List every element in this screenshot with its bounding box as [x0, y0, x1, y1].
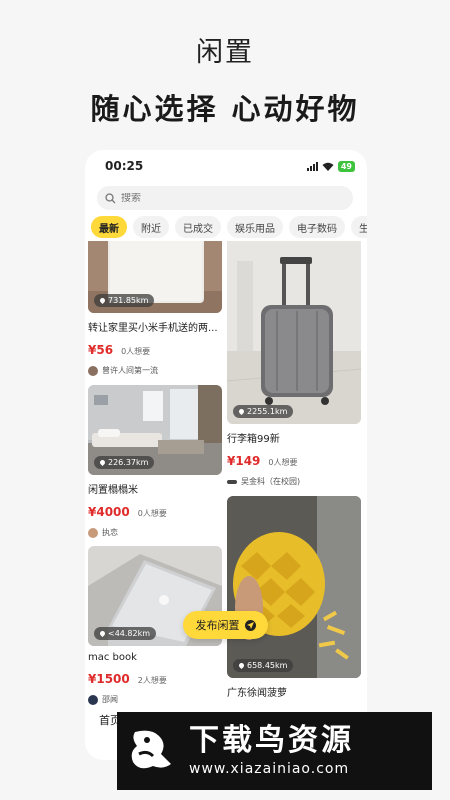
seller-info[interactable]: 邵闻 — [88, 694, 222, 705]
search-icon — [105, 192, 116, 203]
battery-icon: 49 — [337, 161, 355, 172]
distance-badge: 731.85km — [94, 294, 155, 307]
status-time: 00:25 — [105, 159, 144, 173]
pineapple-photo — [227, 496, 361, 678]
hero-title: 闲置 — [196, 37, 254, 68]
listing-price: ¥149 — [227, 454, 261, 468]
tab-nearby[interactable]: 附近 — [133, 216, 169, 238]
listing-image[interactable]: 731.85km — [88, 241, 222, 313]
publish-item-button[interactable]: 发布闲置 — [183, 611, 268, 639]
wifi-icon — [322, 162, 334, 171]
listing-card[interactable]: 658.45km 广东徐闻菠萝 — [227, 496, 361, 699]
location-pin-icon — [237, 661, 246, 670]
watermark-name: 下载鸟资源 — [189, 723, 354, 758]
listing-price: ¥1500 — [88, 672, 130, 686]
seller-info[interactable]: 吴金科（在校园) — [227, 476, 361, 487]
watermark-banner: 下载鸟资源 www.xiazainiao.com — [117, 712, 432, 790]
category-tabs: 最新 附近 已成交 娱乐用品 电子数码 生活 — [91, 216, 367, 238]
tab-sold[interactable]: 已成交 — [175, 216, 221, 238]
send-icon — [244, 619, 256, 631]
location-pin-icon — [98, 458, 107, 467]
listing-wants: 0人想要 — [268, 458, 298, 467]
avatar — [88, 694, 98, 705]
phone-screen: 00:25 49 最新 附近 已成交 娱乐用品 电子数码 生活 731.85km… — [85, 150, 367, 760]
status-icons: 49 — [306, 161, 355, 172]
listing-image[interactable]: 226.37km — [88, 385, 222, 475]
listing-wants: 0人想要 — [137, 509, 167, 518]
suitcase-photo — [227, 241, 361, 424]
listing-title: 行李箱99新 — [227, 434, 280, 445]
location-pin-icon — [237, 407, 246, 416]
listing-wants: 0人想要 — [121, 347, 151, 356]
seller-info[interactable]: 执恋 — [88, 527, 222, 538]
tab-entertainment[interactable]: 娱乐用品 — [227, 216, 283, 238]
location-pin-icon — [98, 629, 107, 638]
status-bar: 00:25 49 — [85, 150, 367, 184]
avatar — [88, 527, 98, 538]
tab-latest[interactable]: 最新 — [91, 216, 127, 238]
tab-life[interactable]: 生活 — [351, 216, 367, 238]
listing-title: 广东徐闻菠萝 — [227, 688, 287, 699]
bird-logo-icon — [131, 730, 171, 769]
listing-image[interactable]: 658.45km — [227, 496, 361, 678]
distance-badge: <44.82km — [94, 627, 157, 640]
listing-price: ¥4000 — [88, 505, 130, 519]
search-bar[interactable] — [97, 186, 353, 210]
avatar — [227, 479, 237, 484]
distance-badge: 658.45km — [233, 659, 294, 672]
watermark-url: www.xiazainiao.com — [189, 761, 350, 777]
listing-title: 闲置榻榻米 — [88, 485, 138, 496]
distance-badge: 2255.1km — [233, 405, 294, 418]
listing-image[interactable]: 2255.1km — [227, 241, 361, 424]
listing-title: 转让家里买小米手机送的两... — [88, 323, 218, 334]
listing-title: mac book — [88, 652, 137, 663]
location-pin-icon — [98, 296, 107, 305]
listing-price: ¥56 — [88, 343, 114, 357]
listing-wants: 2人想要 — [137, 676, 167, 685]
search-input[interactable] — [121, 192, 321, 204]
seller-info[interactable]: 曾许人间第一流 — [88, 365, 222, 376]
listing-card[interactable]: 226.37km 闲置榻榻米 ¥4000 0人想要 执恋 — [88, 385, 222, 538]
signal-icon — [306, 162, 318, 171]
hero-slogan: 随心选择 心动好物 — [90, 92, 360, 126]
avatar — [88, 365, 98, 376]
listing-card[interactable]: 731.85km 转让家里买小米手机送的两... ¥56 0人想要 曾许人间第一… — [88, 241, 222, 376]
tab-electronics[interactable]: 电子数码 — [289, 216, 345, 238]
distance-badge: 226.37km — [94, 456, 155, 469]
listing-card[interactable]: 2255.1km 行李箱99新 ¥149 0人想要 吴金科（在校园) — [227, 241, 361, 487]
